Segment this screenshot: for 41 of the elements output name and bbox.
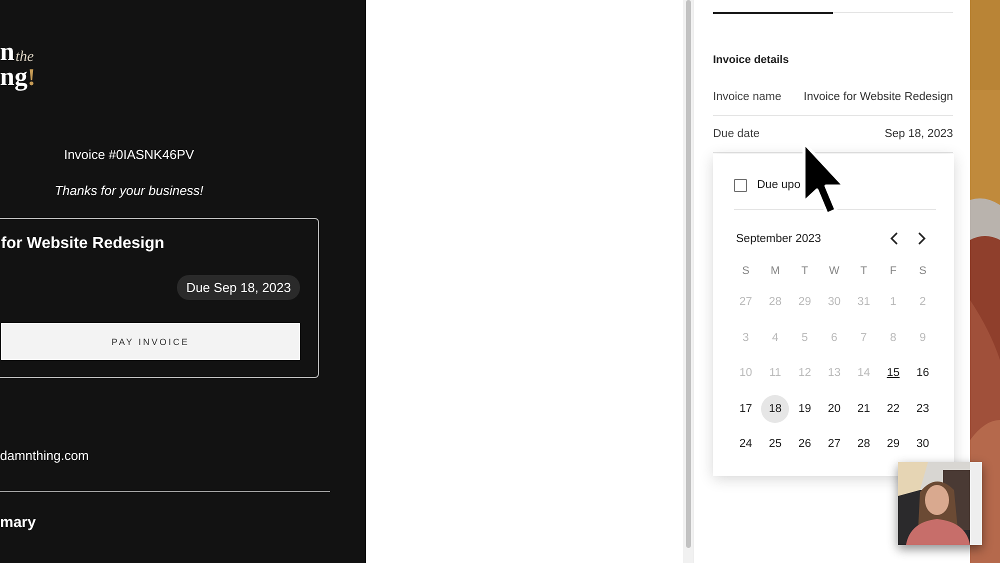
calendar-day[interactable]: 26 (790, 430, 819, 458)
invoice-title: for Website Redesign (1, 235, 166, 254)
calendar-day[interactable]: 27 (820, 430, 848, 458)
weekday-label: T (800, 264, 810, 279)
calendar-day[interactable]: 22 (879, 394, 908, 423)
weekday-label: W (828, 264, 840, 279)
weekday-label: M (770, 264, 781, 279)
field-value[interactable]: Sep 18, 2023 (884, 128, 953, 140)
calendar-day[interactable]: 25 (761, 430, 790, 458)
section-heading: mary (0, 514, 37, 532)
weekday-label: S (741, 264, 750, 279)
scrollbar-thumb[interactable] (686, 0, 690, 548)
calendar-day[interactable]: 30 (908, 430, 937, 458)
calendar-day[interactable]: 20 (820, 394, 848, 423)
calendar-day[interactable]: 29 (879, 430, 908, 458)
calendar-day[interactable]: 21 (850, 394, 878, 423)
field-value[interactable]: Invoice for Website Redesign (804, 91, 953, 103)
weekday-label: F (888, 264, 898, 279)
calendar-day[interactable]: 16 (908, 359, 937, 388)
checkbox[interactable] (734, 178, 747, 192)
field-label: Due date (713, 128, 760, 140)
checkbox-label: Due upo (757, 179, 800, 191)
due-date-badge: Due Sep 18, 2023 (177, 275, 300, 300)
month-label: September 2023 (736, 232, 822, 244)
calendar-day[interactable]: 18 (761, 394, 790, 423)
calendar-day[interactable]: 28 (850, 430, 878, 458)
thank-you-message: Thanks for your business! (54, 183, 204, 198)
weekday-label: S (918, 264, 928, 279)
calendar-day[interactable]: 15 (879, 359, 908, 388)
calendar-day[interactable]: 19 (790, 394, 819, 423)
field-label: Invoice name (713, 91, 782, 103)
section-heading: Invoice details (713, 54, 790, 66)
calendar-day[interactable]: 23 (908, 394, 937, 423)
next-month-icon[interactable] (918, 232, 926, 245)
website-text: damnthing.com (0, 448, 90, 464)
calendar-day[interactable]: 17 (732, 394, 760, 423)
weekday-label: T (859, 264, 868, 279)
invoice-number: Invoice #0IASNK46PV (62, 147, 196, 162)
previous-month-icon[interactable] (890, 232, 898, 245)
pay-invoice-button[interactable]: PAY INVOICE (1, 323, 300, 360)
calendar-day[interactable]: 24 (732, 430, 760, 458)
